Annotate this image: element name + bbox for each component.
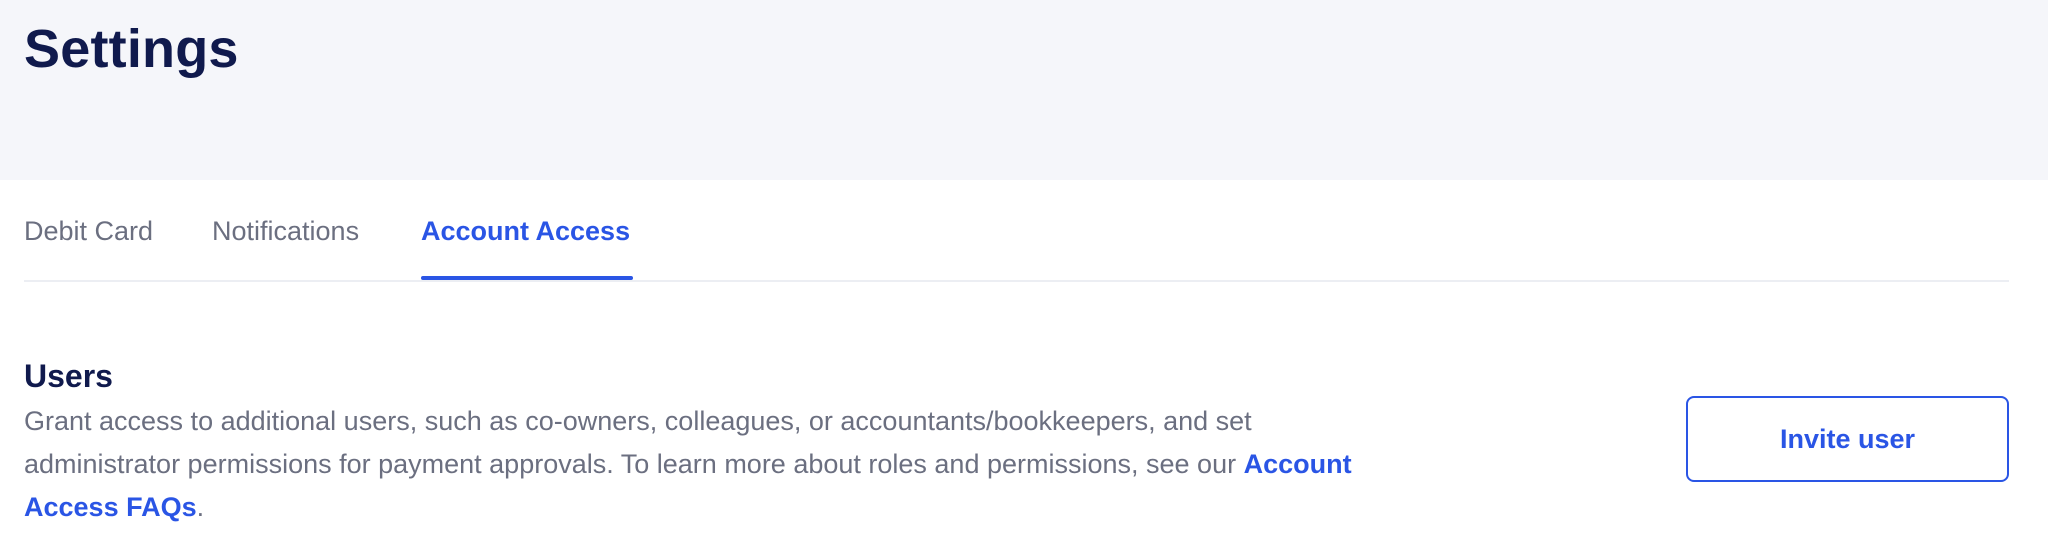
settings-tabs: Debit Card Notifications Account Access: [24, 180, 2009, 282]
users-description: Grant access to additional users, such a…: [24, 400, 1364, 529]
invite-user-button[interactable]: Invite user: [1686, 396, 2009, 482]
tab-notifications[interactable]: Notifications: [212, 216, 359, 247]
active-tab-indicator: [421, 276, 633, 280]
users-description-end: .: [196, 492, 205, 522]
tab-account-access[interactable]: Account Access: [421, 216, 630, 247]
users-section-title: Users: [24, 358, 113, 394]
users-description-text: Grant access to additional users, such a…: [24, 406, 1252, 479]
page-title: Settings: [24, 19, 239, 79]
page-header: Settings: [0, 0, 2048, 180]
tab-debit-card[interactable]: Debit Card: [24, 216, 153, 247]
